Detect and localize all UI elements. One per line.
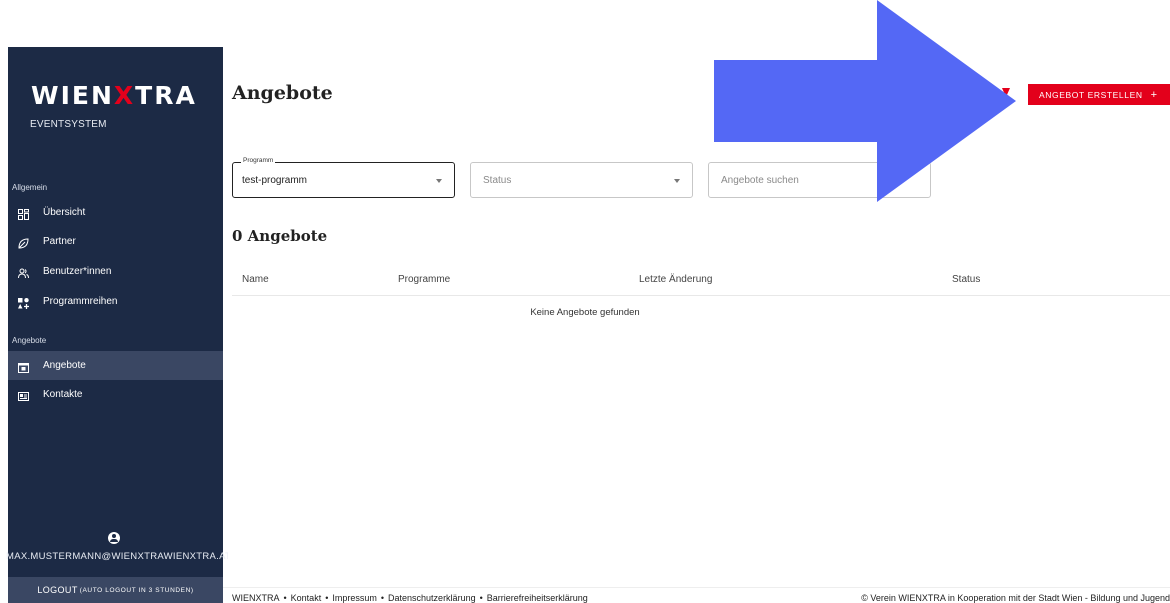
status-select[interactable]: Status [470, 162, 693, 198]
page-title: Angebote [232, 82, 333, 104]
sidebar-item-overview[interactable]: Übersicht [8, 198, 223, 227]
sidebar-item-users[interactable]: Benutzer*innen [8, 257, 223, 286]
sidebar-item-contacts[interactable]: Kontakte [8, 380, 223, 409]
account-circle-icon[interactable] [108, 532, 120, 544]
footer-links: WIENXTRA • Kontakt • Impressum • Datenschutzer… [232, 593, 588, 603]
program-select-legend: Programm [241, 157, 276, 164]
logout-note: (AUTO LOGOUT IN 3 STUNDEN) [79, 586, 194, 594]
grid-add-icon [18, 296, 29, 309]
section-label-offers: Angebote [12, 336, 47, 345]
results-count-title: 0 Angebote [232, 227, 328, 245]
column-header-last-change[interactable]: Letzte Änderung [639, 274, 712, 285]
wienxtra-logo[interactable]: WIENXTRA [31, 81, 197, 110]
sidebar-item-program-series[interactable]: Programmreihen [8, 287, 223, 316]
sidebar-item-offers[interactable]: Angebote [8, 351, 223, 380]
footer-link-wienxtra[interactable]: WIENXTRA [232, 593, 280, 603]
sidebar-item-label: Programmreihen [43, 296, 118, 307]
dashboard-icon [18, 207, 29, 220]
users-icon [18, 266, 29, 279]
section-label-general: Allgemein [12, 183, 48, 192]
footer-separator: • [380, 593, 385, 603]
brand-subtitle: EVENTSYSTEM [30, 119, 107, 130]
footer-link-privacy[interactable]: Datenschutzerklärung [388, 593, 476, 603]
footer-link-imprint[interactable]: Impressum [332, 593, 377, 603]
footer-copyright: © Verein WIENXTRA in Kooperation mit der… [861, 593, 1170, 603]
footer-separator: • [283, 593, 287, 603]
leaf-icon [18, 236, 29, 249]
program-select[interactable]: Programm test-programm [232, 157, 455, 198]
contact-card-icon [18, 389, 29, 401]
footer-separator: • [325, 593, 329, 603]
user-email: MAX.MUSTERMANN@WIENXTRAWIENXTRA.AT [6, 551, 228, 562]
create-offer-label: ANGEBOT ERSTELLEN [1039, 89, 1143, 100]
chevron-down-icon [674, 179, 680, 183]
logout-label: LOGOUT [37, 585, 78, 595]
footer-link-accessibility[interactable]: Barrierefreiheitserklärung [487, 593, 588, 603]
footer-separator: • [479, 593, 483, 603]
status-select-placeholder: Status [483, 175, 512, 186]
column-header-name[interactable]: Name [242, 274, 269, 285]
table-header: Name Programme Letzte Änderung Status [232, 265, 1170, 296]
logout-button[interactable]: LOGOUT (AUTO LOGOUT IN 3 STUNDEN) [8, 577, 223, 603]
column-header-programs[interactable]: Programme [398, 274, 450, 285]
footer: WIENXTRA • Kontakt • Impressum • Datenschutzer… [223, 587, 1170, 603]
sidebar-item-label: Übersicht [43, 207, 86, 218]
sidebar-item-label: Kontakte [43, 389, 83, 400]
program-select-value: test-programm [242, 175, 308, 186]
sidebar-item-label: Angebote [43, 360, 86, 371]
sidebar: WIENXTRA EVENTSYSTEM Allgemein Übersicht… [6, 47, 228, 603]
sidebar-item-label: Benutzer*innen [43, 266, 112, 277]
empty-state-message: Keine Angebote gefunden [530, 307, 640, 318]
column-header-status[interactable]: Status [952, 274, 980, 285]
sidebar-item-label: Partner [43, 236, 76, 247]
create-offer-button[interactable]: ANGEBOT ERSTELLEN + [1028, 84, 1170, 105]
chevron-down-icon [436, 179, 442, 183]
calendar-icon [18, 360, 29, 373]
plus-icon: + [1150, 88, 1158, 101]
annotation-arrow-icon [714, 0, 1016, 202]
sidebar-item-partner[interactable]: Partner [8, 227, 223, 256]
footer-link-contact[interactable]: Kontakt [291, 593, 322, 603]
